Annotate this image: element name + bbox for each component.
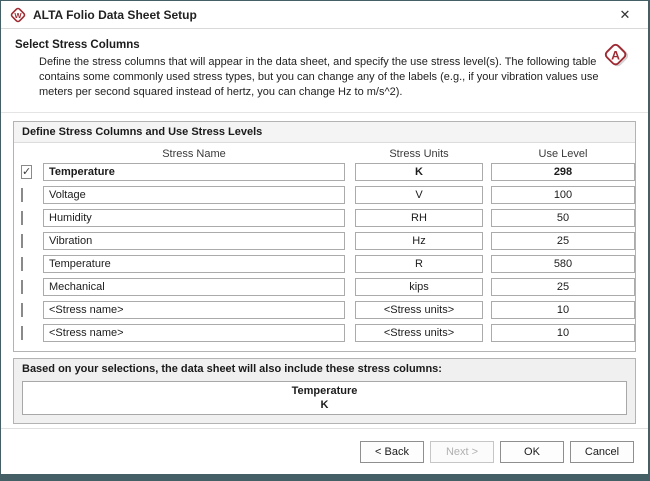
column-header-use-level: Use Level xyxy=(491,148,635,160)
svg-text:W: W xyxy=(14,10,22,19)
window-title: ALTA Folio Data Sheet Setup xyxy=(33,8,197,22)
stress-row-checkbox[interactable] xyxy=(21,234,23,248)
use-level-input[interactable] xyxy=(491,186,635,204)
next-button: Next > xyxy=(430,441,494,463)
use-level-input[interactable] xyxy=(491,301,635,319)
stress-row-checkbox[interactable] xyxy=(21,303,23,317)
stress-name-input[interactable] xyxy=(43,278,345,296)
column-header-stress-units: Stress Units xyxy=(355,148,483,160)
stress-row xyxy=(14,186,635,204)
stress-name-input[interactable] xyxy=(43,232,345,250)
cancel-button[interactable]: Cancel xyxy=(570,441,634,463)
summary-groupbox: Based on your selections, the data sheet… xyxy=(13,358,636,425)
included-stress-units: K xyxy=(292,398,358,412)
stress-row-checkbox[interactable] xyxy=(21,188,23,202)
stress-units-input[interactable] xyxy=(355,186,483,204)
stress-row-checkbox[interactable] xyxy=(21,280,23,294)
stress-name-input[interactable] xyxy=(43,209,345,227)
table-column-headers: Stress Name Stress Units Use Level xyxy=(14,143,635,163)
page-title: Select Stress Columns xyxy=(15,39,634,51)
stress-name-input[interactable] xyxy=(43,186,345,204)
stress-groupbox-title: Define Stress Columns and Use Stress Lev… xyxy=(14,122,635,143)
stress-row-checkbox[interactable]: ✓ xyxy=(21,165,32,179)
stress-row xyxy=(14,209,635,227)
stress-row xyxy=(14,255,635,273)
reliasoft-app-icon: W xyxy=(9,6,27,24)
stress-units-input[interactable] xyxy=(355,324,483,342)
close-icon[interactable]: ✕ xyxy=(612,7,638,23)
stress-row xyxy=(14,324,635,342)
stress-name-input[interactable] xyxy=(43,255,345,273)
included-stress-column: Temperature K xyxy=(292,382,358,415)
included-stress-name: Temperature xyxy=(292,384,358,398)
stress-units-input[interactable] xyxy=(355,255,483,273)
use-level-input[interactable] xyxy=(491,278,635,296)
stress-units-input[interactable] xyxy=(355,232,483,250)
stress-columns-groupbox: Define Stress Columns and Use Stress Lev… xyxy=(13,121,636,352)
use-level-input[interactable] xyxy=(491,209,635,227)
stress-units-input[interactable] xyxy=(355,278,483,296)
stress-units-input[interactable] xyxy=(355,301,483,319)
stress-row xyxy=(14,301,635,319)
alta-logo-icon: A xyxy=(600,39,634,73)
back-button[interactable]: < Back xyxy=(360,441,424,463)
ok-button[interactable]: OK xyxy=(500,441,564,463)
title-bar: W ALTA Folio Data Sheet Setup ✕ xyxy=(1,1,648,29)
stress-row xyxy=(14,232,635,250)
use-level-input[interactable] xyxy=(491,232,635,250)
stress-row-checkbox[interactable] xyxy=(21,211,23,225)
use-level-input[interactable] xyxy=(491,163,635,181)
stress-name-input[interactable] xyxy=(43,324,345,342)
summary-groupbox-title: Based on your selections, the data sheet… xyxy=(14,359,635,377)
stress-row xyxy=(14,278,635,296)
use-level-input[interactable] xyxy=(491,255,635,273)
stress-name-input[interactable] xyxy=(43,163,345,181)
stress-units-input[interactable] xyxy=(355,163,483,181)
stress-units-input[interactable] xyxy=(355,209,483,227)
dialog-footer: < Back Next > OK Cancel xyxy=(1,428,648,474)
stress-row-checkbox[interactable] xyxy=(21,326,23,340)
column-header-stress-name: Stress Name xyxy=(43,148,345,160)
stress-row: ✓ xyxy=(14,163,635,181)
page-description: Define the stress columns that will appe… xyxy=(39,55,599,100)
use-level-input[interactable] xyxy=(491,324,635,342)
summary-included-columns: Temperature K xyxy=(22,381,627,416)
stress-rows: ✓ xyxy=(14,163,635,351)
svg-text:A: A xyxy=(611,48,620,62)
stress-name-input[interactable] xyxy=(43,301,345,319)
wizard-header: Select Stress Columns Define the stress … xyxy=(1,29,648,113)
stress-row-checkbox[interactable] xyxy=(21,257,23,271)
